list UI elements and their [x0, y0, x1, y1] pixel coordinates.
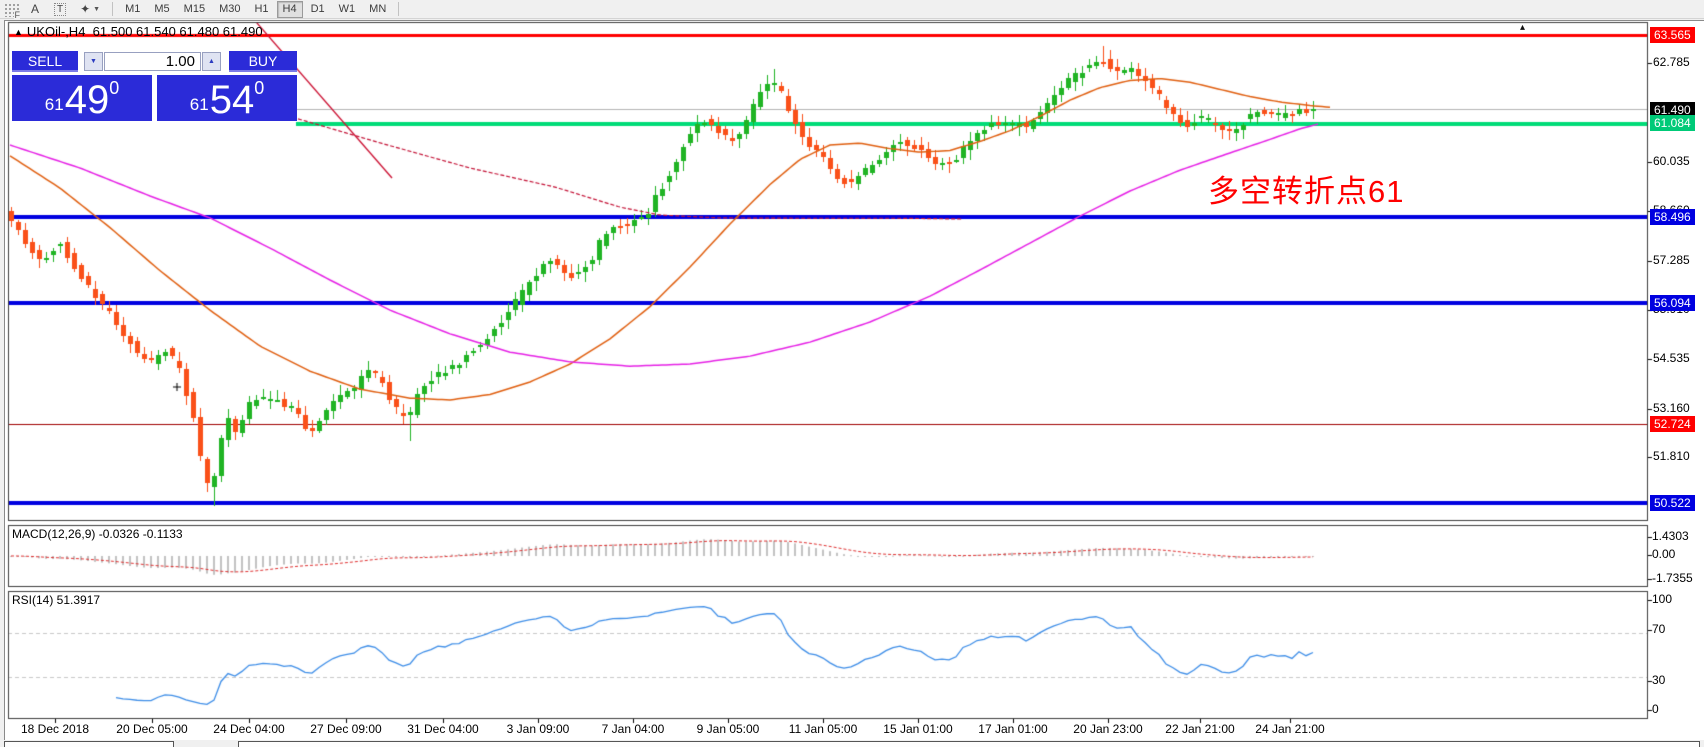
sell-price-big: 49	[65, 84, 110, 117]
price-axis-marker: 61.084	[1650, 115, 1695, 131]
buy-button[interactable]: BUY	[229, 51, 297, 72]
macd-axis-tick: 0.00	[1652, 547, 1675, 561]
sell-price-prefix: 61	[45, 96, 64, 113]
price-axis-tick: 57.285	[1653, 253, 1690, 267]
rsi-indicator-label: RSI(14) 51.3917	[12, 593, 100, 607]
price-axis-tick: 53.160	[1653, 401, 1690, 415]
date-axis-label: 18 Dec 2018	[21, 722, 89, 736]
ohlc-values: 61.500 61.540 61.480 61.490	[85, 24, 262, 39]
price-axis-tick: 51.810	[1653, 449, 1690, 463]
date-axis-label: 11 Jan 05:00	[789, 722, 858, 736]
volume-decrease-button[interactable]: ▼	[84, 52, 103, 71]
rsi-axis-tick: 100	[1652, 592, 1672, 606]
price-axis-marker: 52.724	[1650, 416, 1695, 432]
symbol-period-label: UKOil-,H4	[27, 24, 86, 39]
macd-indicator-label: MACD(12,26,9) -0.0326 -0.1133	[12, 527, 183, 541]
sell-price-button[interactable]: 61 49 0	[12, 75, 152, 121]
price-axis-marker: 58.496	[1650, 209, 1695, 225]
chart-title: ▲ UKOil-,H4 61.500 61.540 61.480 61.490	[14, 24, 263, 39]
rsi-axis-tick: 70	[1652, 622, 1665, 636]
macd-axis-tick: -1.7355	[1652, 571, 1693, 585]
date-axis-label: 17 Jan 01:00	[978, 722, 1047, 736]
date-axis-label: 3 Jan 09:00	[507, 722, 570, 736]
date-axis-label: 22 Jan 21:00	[1165, 722, 1234, 736]
buy-price-prefix: 61	[190, 96, 209, 113]
date-axis-label: 31 Dec 04:00	[407, 722, 478, 736]
buy-price-button[interactable]: 61 54 0	[157, 75, 297, 121]
caret-up-icon: ▲	[208, 58, 215, 65]
date-axis-label: 7 Jan 04:00	[602, 722, 665, 736]
price-axis-marker: 56.094	[1650, 295, 1695, 311]
rsi-axis-tick: 0	[1652, 702, 1659, 716]
chart-text-annotation[interactable]: 多空转折点61	[1208, 166, 1404, 211]
date-axis-label: 24 Dec 04:00	[213, 722, 284, 736]
volume-increase-button[interactable]: ▲	[202, 52, 221, 71]
sell-price-sup: 0	[109, 79, 119, 97]
mt4-application-window: F A T ✦▼ M1M5M15M30H1H4D1W1MN ▲UKOil-,H4…	[0, 0, 1704, 747]
date-axis-label: 20 Dec 05:00	[116, 722, 187, 736]
price-axis-tick: 54.535	[1653, 351, 1690, 365]
buy-price-sup: 0	[254, 79, 264, 97]
volume-input[interactable]: 1.00	[104, 52, 201, 71]
date-axis-label: 9 Jan 05:00	[697, 722, 760, 736]
docked-panel-tab[interactable]	[238, 741, 1700, 747]
rsi-axis-tick: 30	[1652, 673, 1665, 687]
price-axis-marker: 63.565	[1650, 27, 1695, 43]
macd-axis-tick: 1.4303	[1652, 529, 1689, 543]
docked-panel-tab[interactable]	[4, 741, 174, 747]
chart-shift-marker-icon[interactable]: ▴	[1520, 22, 1525, 33]
date-axis-label: 15 Jan 01:00	[883, 722, 952, 736]
price-axis-tick: 62.785	[1653, 55, 1690, 69]
date-axis-label: 24 Jan 21:00	[1255, 722, 1324, 736]
collapse-triangle-icon[interactable]: ▲	[14, 27, 23, 37]
buy-price-big: 54	[210, 84, 255, 117]
price-axis-tick: 60.035	[1653, 154, 1690, 168]
date-axis-label: 20 Jan 23:00	[1073, 722, 1142, 736]
bottom-docked-panels-edge	[0, 740, 1704, 747]
one-click-trading-panel: SELL ▼ 1.00 ▲ BUY 61 49 0 61 54 0	[10, 46, 300, 122]
price-axis-marker: 50.522	[1650, 495, 1695, 511]
caret-down-icon: ▼	[90, 58, 97, 65]
date-axis-label: 27 Dec 09:00	[310, 722, 381, 736]
sell-button[interactable]: SELL	[12, 51, 78, 72]
